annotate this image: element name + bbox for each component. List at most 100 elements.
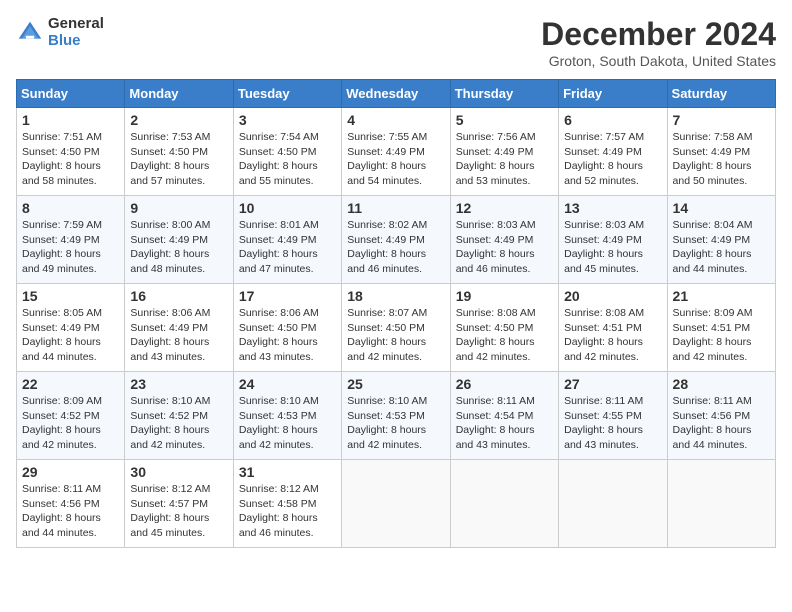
day-number: 7	[673, 112, 770, 128]
calendar-week-row: 22 Sunrise: 8:09 AMSunset: 4:52 PMDaylig…	[17, 372, 776, 460]
calendar-cell: 26 Sunrise: 8:11 AMSunset: 4:54 PMDaylig…	[450, 372, 558, 460]
day-info: Sunrise: 8:11 AMSunset: 4:54 PMDaylight:…	[456, 394, 553, 453]
calendar-week-row: 29 Sunrise: 8:11 AMSunset: 4:56 PMDaylig…	[17, 460, 776, 548]
day-info: Sunrise: 8:00 AMSunset: 4:49 PMDaylight:…	[130, 218, 227, 277]
calendar-cell	[667, 460, 775, 548]
calendar-week-row: 15 Sunrise: 8:05 AMSunset: 4:49 PMDaylig…	[17, 284, 776, 372]
day-info: Sunrise: 7:54 AMSunset: 4:50 PMDaylight:…	[239, 130, 336, 189]
day-info: Sunrise: 8:02 AMSunset: 4:49 PMDaylight:…	[347, 218, 444, 277]
day-number: 8	[22, 200, 119, 216]
column-header-saturday: Saturday	[667, 80, 775, 108]
calendar-cell: 22 Sunrise: 8:09 AMSunset: 4:52 PMDaylig…	[17, 372, 125, 460]
day-number: 6	[564, 112, 661, 128]
day-info: Sunrise: 7:53 AMSunset: 4:50 PMDaylight:…	[130, 130, 227, 189]
calendar-cell: 29 Sunrise: 8:11 AMSunset: 4:56 PMDaylig…	[17, 460, 125, 548]
calendar-week-row: 8 Sunrise: 7:59 AMSunset: 4:49 PMDayligh…	[17, 196, 776, 284]
calendar-cell: 23 Sunrise: 8:10 AMSunset: 4:52 PMDaylig…	[125, 372, 233, 460]
day-number: 17	[239, 288, 336, 304]
calendar-cell: 1 Sunrise: 7:51 AMSunset: 4:50 PMDayligh…	[17, 108, 125, 196]
day-number: 20	[564, 288, 661, 304]
calendar-cell: 13 Sunrise: 8:03 AMSunset: 4:49 PMDaylig…	[559, 196, 667, 284]
day-info: Sunrise: 8:12 AMSunset: 4:57 PMDaylight:…	[130, 482, 227, 541]
calendar-cell: 28 Sunrise: 8:11 AMSunset: 4:56 PMDaylig…	[667, 372, 775, 460]
calendar-cell: 27 Sunrise: 8:11 AMSunset: 4:55 PMDaylig…	[559, 372, 667, 460]
logo: General Blue	[16, 16, 104, 49]
logo-text: General Blue	[48, 16, 104, 49]
calendar-cell: 10 Sunrise: 8:01 AMSunset: 4:49 PMDaylig…	[233, 196, 341, 284]
page-header: General Blue December 2024 Groton, South…	[16, 16, 776, 69]
day-number: 10	[239, 200, 336, 216]
day-number: 27	[564, 376, 661, 392]
logo-icon	[16, 19, 44, 47]
calendar-table: SundayMondayTuesdayWednesdayThursdayFrid…	[16, 79, 776, 548]
calendar-header-row: SundayMondayTuesdayWednesdayThursdayFrid…	[17, 80, 776, 108]
day-info: Sunrise: 7:59 AMSunset: 4:49 PMDaylight:…	[22, 218, 119, 277]
day-number: 19	[456, 288, 553, 304]
column-header-thursday: Thursday	[450, 80, 558, 108]
calendar-cell: 31 Sunrise: 8:12 AMSunset: 4:58 PMDaylig…	[233, 460, 341, 548]
calendar-cell: 19 Sunrise: 8:08 AMSunset: 4:50 PMDaylig…	[450, 284, 558, 372]
day-info: Sunrise: 8:06 AMSunset: 4:49 PMDaylight:…	[130, 306, 227, 365]
day-number: 9	[130, 200, 227, 216]
calendar-cell: 25 Sunrise: 8:10 AMSunset: 4:53 PMDaylig…	[342, 372, 450, 460]
day-number: 4	[347, 112, 444, 128]
day-number: 26	[456, 376, 553, 392]
location-label: Groton, South Dakota, United States	[541, 53, 776, 69]
title-block: December 2024 Groton, South Dakota, Unit…	[541, 16, 776, 69]
day-number: 2	[130, 112, 227, 128]
calendar-cell: 5 Sunrise: 7:56 AMSunset: 4:49 PMDayligh…	[450, 108, 558, 196]
day-info: Sunrise: 7:55 AMSunset: 4:49 PMDaylight:…	[347, 130, 444, 189]
day-number: 30	[130, 464, 227, 480]
day-info: Sunrise: 8:03 AMSunset: 4:49 PMDaylight:…	[564, 218, 661, 277]
column-header-tuesday: Tuesday	[233, 80, 341, 108]
day-number: 3	[239, 112, 336, 128]
calendar-cell: 3 Sunrise: 7:54 AMSunset: 4:50 PMDayligh…	[233, 108, 341, 196]
column-header-monday: Monday	[125, 80, 233, 108]
calendar-cell: 2 Sunrise: 7:53 AMSunset: 4:50 PMDayligh…	[125, 108, 233, 196]
calendar-cell: 8 Sunrise: 7:59 AMSunset: 4:49 PMDayligh…	[17, 196, 125, 284]
day-info: Sunrise: 8:09 AMSunset: 4:52 PMDaylight:…	[22, 394, 119, 453]
day-info: Sunrise: 8:07 AMSunset: 4:50 PMDaylight:…	[347, 306, 444, 365]
day-number: 16	[130, 288, 227, 304]
calendar-week-row: 1 Sunrise: 7:51 AMSunset: 4:50 PMDayligh…	[17, 108, 776, 196]
day-number: 1	[22, 112, 119, 128]
column-header-sunday: Sunday	[17, 80, 125, 108]
calendar-cell: 30 Sunrise: 8:12 AMSunset: 4:57 PMDaylig…	[125, 460, 233, 548]
day-info: Sunrise: 8:04 AMSunset: 4:49 PMDaylight:…	[673, 218, 770, 277]
day-info: Sunrise: 8:10 AMSunset: 4:52 PMDaylight:…	[130, 394, 227, 453]
day-info: Sunrise: 8:03 AMSunset: 4:49 PMDaylight:…	[456, 218, 553, 277]
logo-general-label: General	[48, 16, 104, 33]
day-info: Sunrise: 8:12 AMSunset: 4:58 PMDaylight:…	[239, 482, 336, 541]
calendar-cell: 14 Sunrise: 8:04 AMSunset: 4:49 PMDaylig…	[667, 196, 775, 284]
calendar-cell: 11 Sunrise: 8:02 AMSunset: 4:49 PMDaylig…	[342, 196, 450, 284]
day-number: 22	[22, 376, 119, 392]
calendar-cell: 21 Sunrise: 8:09 AMSunset: 4:51 PMDaylig…	[667, 284, 775, 372]
calendar-cell: 18 Sunrise: 8:07 AMSunset: 4:50 PMDaylig…	[342, 284, 450, 372]
column-header-wednesday: Wednesday	[342, 80, 450, 108]
day-info: Sunrise: 7:57 AMSunset: 4:49 PMDaylight:…	[564, 130, 661, 189]
day-info: Sunrise: 8:10 AMSunset: 4:53 PMDaylight:…	[239, 394, 336, 453]
day-number: 23	[130, 376, 227, 392]
day-info: Sunrise: 7:58 AMSunset: 4:49 PMDaylight:…	[673, 130, 770, 189]
day-number: 28	[673, 376, 770, 392]
calendar-cell	[342, 460, 450, 548]
day-number: 21	[673, 288, 770, 304]
day-number: 25	[347, 376, 444, 392]
column-header-friday: Friday	[559, 80, 667, 108]
day-number: 29	[22, 464, 119, 480]
calendar-cell: 17 Sunrise: 8:06 AMSunset: 4:50 PMDaylig…	[233, 284, 341, 372]
calendar-cell	[559, 460, 667, 548]
day-info: Sunrise: 8:11 AMSunset: 4:56 PMDaylight:…	[22, 482, 119, 541]
day-number: 24	[239, 376, 336, 392]
day-info: Sunrise: 8:11 AMSunset: 4:55 PMDaylight:…	[564, 394, 661, 453]
day-number: 5	[456, 112, 553, 128]
day-number: 13	[564, 200, 661, 216]
logo-blue-label: Blue	[48, 33, 104, 50]
day-number: 12	[456, 200, 553, 216]
day-info: Sunrise: 8:06 AMSunset: 4:50 PMDaylight:…	[239, 306, 336, 365]
calendar-cell: 12 Sunrise: 8:03 AMSunset: 4:49 PMDaylig…	[450, 196, 558, 284]
day-info: Sunrise: 8:08 AMSunset: 4:51 PMDaylight:…	[564, 306, 661, 365]
day-info: Sunrise: 7:51 AMSunset: 4:50 PMDaylight:…	[22, 130, 119, 189]
day-number: 14	[673, 200, 770, 216]
calendar-cell: 6 Sunrise: 7:57 AMSunset: 4:49 PMDayligh…	[559, 108, 667, 196]
